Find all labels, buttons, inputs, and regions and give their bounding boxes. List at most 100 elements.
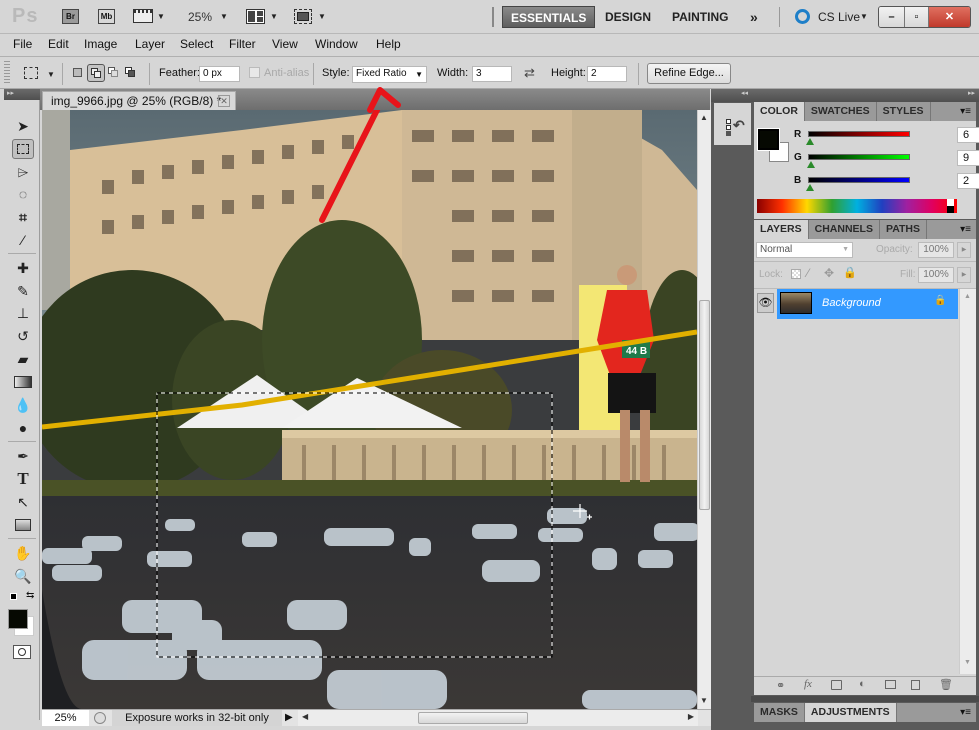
lock-transparent-icon[interactable] <box>791 269 801 279</box>
chevron-down-icon[interactable]: ▼ <box>47 70 55 79</box>
launch-bridge-button[interactable]: Br <box>62 9 79 24</box>
workspace-essentials[interactable]: ESSENTIALS <box>502 6 596 28</box>
height-input[interactable]: 2 <box>587 66 627 82</box>
panel-menu-icon[interactable]: ▾≡ <box>931 102 977 121</box>
menu-file[interactable]: File <box>13 37 32 51</box>
toolbox-collapse-icon[interactable]: ▸▸ <box>4 89 40 100</box>
menu-image[interactable]: Image <box>84 37 117 51</box>
lock-position-icon[interactable]: ✥ <box>824 266 834 280</box>
rectangle-tool-icon[interactable] <box>12 515 34 535</box>
menu-layer[interactable]: Layer <box>135 37 165 51</box>
spot-healing-brush-tool-icon[interactable]: ✚ <box>12 258 34 278</box>
history-brush-tool-icon[interactable]: ↺ <box>12 326 34 346</box>
blue-slider-thumb[interactable] <box>806 184 814 191</box>
scroll-down-icon[interactable]: ▼ <box>964 659 971 666</box>
add-mask-icon[interactable] <box>831 680 842 690</box>
panel-menu-icon[interactable]: ▾≡ <box>897 703 976 722</box>
blend-mode-dropdown[interactable]: Normal ▼ <box>756 242 853 258</box>
black-swatch[interactable] <box>947 206 954 213</box>
gradient-tool-icon[interactable] <box>12 372 34 392</box>
horizontal-scrollbar[interactable]: ◀ ▶ <box>298 710 698 726</box>
horizontal-scroll-thumb[interactable] <box>418 712 528 724</box>
subtract-from-selection-icon[interactable] <box>108 67 119 78</box>
close-icon[interactable]: ✕ <box>218 95 230 107</box>
collapse-dock-icon[interactable]: ◂◂ <box>711 89 751 102</box>
zoom-level-field[interactable]: 25% <box>42 710 89 726</box>
tab-paths[interactable]: PATHS <box>880 220 928 239</box>
hand-tool-icon[interactable]: ✋ <box>12 543 34 563</box>
lock-all-icon[interactable]: 🔒 <box>843 266 857 279</box>
delete-layer-icon[interactable]: 🗑 <box>939 678 953 691</box>
path-selection-tool-icon[interactable]: ↖ <box>12 492 34 512</box>
more-workspaces-icon[interactable]: » <box>742 6 766 28</box>
new-layer-icon[interactable] <box>911 680 920 690</box>
brush-tool-icon[interactable]: ✎ <box>12 281 34 301</box>
opacity-input[interactable]: 100% <box>918 242 954 258</box>
workspace-painting[interactable]: PAINTING <box>664 6 736 28</box>
chevron-down-icon[interactable]: ▼ <box>157 12 165 21</box>
menu-window[interactable]: Window <box>315 37 358 51</box>
color-spectrum-ramp[interactable] <box>757 199 957 213</box>
new-selection-icon[interactable] <box>73 68 82 77</box>
document-canvas[interactable]: 44 B <box>42 110 697 709</box>
vertical-scroll-thumb[interactable] <box>699 300 710 510</box>
polygonal-lasso-tool-icon[interactable]: ⌲ <box>12 162 34 182</box>
width-input[interactable]: 3 <box>472 66 512 82</box>
green-slider[interactable] <box>808 154 910 160</box>
green-value-input[interactable]: 9 <box>957 150 979 166</box>
tool-preset-marquee-icon[interactable] <box>24 67 38 79</box>
green-slider-thumb[interactable] <box>807 161 815 168</box>
blue-value-input[interactable]: 2 <box>957 173 979 189</box>
document-tab[interactable]: img_9966.jpg @ 25% (RGB/8) * ✕ <box>42 91 236 110</box>
rectangular-marquee-tool-icon[interactable] <box>12 139 34 159</box>
menu-view[interactable]: View <box>272 37 298 51</box>
arrange-documents-icon[interactable] <box>246 9 265 24</box>
tab-color[interactable]: COLOR <box>754 102 805 121</box>
scroll-left-icon[interactable]: ◀ <box>302 712 308 721</box>
foreground-color-swatch[interactable] <box>8 609 28 629</box>
lock-image-icon[interactable]: ⁄ <box>807 266 809 280</box>
grip-icon[interactable] <box>4 61 10 85</box>
tab-layers[interactable]: LAYERS <box>754 220 809 239</box>
scroll-right-icon[interactable]: ▶ <box>688 712 694 721</box>
minimize-button[interactable]: – <box>879 7 905 27</box>
fill-slider-button[interactable]: ▶ <box>957 267 971 283</box>
type-tool-icon[interactable]: T <box>12 469 34 489</box>
close-button[interactable]: ✕ <box>929 7 970 27</box>
new-group-icon[interactable] <box>885 680 896 689</box>
scroll-up-icon[interactable]: ▲ <box>964 293 971 300</box>
chevron-down-icon[interactable]: ▼ <box>270 12 278 21</box>
style-dropdown[interactable]: Fixed Ratio ▼ <box>352 66 427 83</box>
restore-button[interactable]: ▫ <box>905 7 929 27</box>
clone-stamp-tool-icon[interactable]: ⊥ <box>12 303 34 323</box>
adjustment-layer-icon[interactable]: ◐ <box>859 678 866 690</box>
layer-style-fx-icon[interactable]: fx <box>804 678 812 690</box>
move-tool-icon[interactable]: ➤ <box>12 116 34 136</box>
eraser-tool-icon[interactable]: ▰ <box>12 349 34 369</box>
history-panel-button[interactable]: ↶ <box>714 103 751 145</box>
scroll-up-icon[interactable]: ▲ <box>700 113 708 122</box>
panel-menu-icon[interactable]: ▾≡ <box>927 220 976 239</box>
tab-channels[interactable]: CHANNELS <box>809 220 880 239</box>
eyedropper-tool-icon[interactable]: ⁄ <box>12 230 34 250</box>
zoom-tool-icon[interactable]: 🔍 <box>12 566 34 586</box>
launch-minibridge-button[interactable]: Mb <box>98 9 115 24</box>
view-extras-icon[interactable] <box>133 9 153 23</box>
screen-mode-icon[interactable] <box>294 9 312 24</box>
chevron-down-icon[interactable]: ▼ <box>220 12 228 21</box>
tab-swatches[interactable]: SWATCHES <box>805 102 877 121</box>
link-layers-icon[interactable]: ⚭ <box>776 679 785 692</box>
blur-tool-icon[interactable]: 💧 <box>12 395 34 415</box>
fill-input[interactable]: 100% <box>918 267 954 283</box>
pen-tool-icon[interactable]: ✒ <box>12 446 34 466</box>
chevron-down-icon[interactable]: ▼ <box>318 12 326 21</box>
layers-scrollbar[interactable]: ▲ ▼ <box>959 289 976 674</box>
blue-slider[interactable] <box>808 177 910 183</box>
feather-input[interactable]: 0 px <box>199 66 240 82</box>
vertical-scrollbar[interactable]: ▲ ▼ <box>697 110 711 709</box>
red-value-input[interactable]: 6 <box>957 127 979 143</box>
menu-select[interactable]: Select <box>180 37 213 51</box>
antialias-checkbox[interactable] <box>249 67 260 78</box>
scroll-down-icon[interactable]: ▼ <box>700 696 708 705</box>
tab-styles[interactable]: STYLES <box>877 102 931 121</box>
